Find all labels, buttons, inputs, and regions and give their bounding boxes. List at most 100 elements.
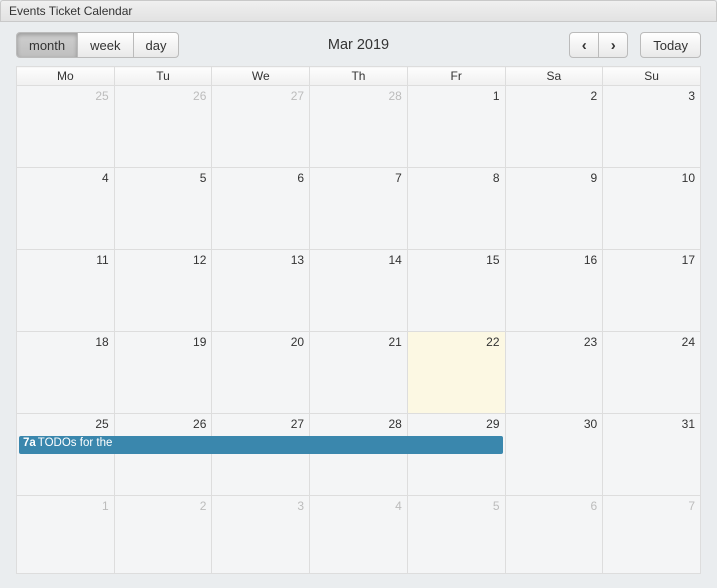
day-cell[interactable]: 24 xyxy=(603,332,701,414)
view-day-button[interactable]: day xyxy=(133,32,180,58)
day-cell[interactable]: 4 xyxy=(310,496,408,574)
panel-title: Events Ticket Calendar xyxy=(9,4,132,18)
day-number: 15 xyxy=(413,253,500,267)
day-number: 31 xyxy=(608,417,695,431)
view-switch-group: month week day xyxy=(16,32,179,58)
day-number: 8 xyxy=(413,171,500,185)
prev-button[interactable]: ‹ xyxy=(569,32,599,58)
day-number: 28 xyxy=(315,417,402,431)
day-number: 25 xyxy=(22,89,109,103)
day-number: 22 xyxy=(413,335,500,349)
day-cell[interactable]: 6 xyxy=(212,168,310,250)
calendar-event[interactable] xyxy=(407,436,503,454)
day-number: 25 xyxy=(22,417,109,431)
day-number: 3 xyxy=(217,499,304,513)
day-cell[interactable]: 12 xyxy=(114,250,212,332)
weekday-header: Fr xyxy=(407,67,505,86)
weekday-header: Mo xyxy=(17,67,115,86)
day-cell[interactable]: 29 xyxy=(407,414,505,496)
day-cell[interactable]: 23 xyxy=(505,332,603,414)
day-cell[interactable]: 27 xyxy=(212,414,310,496)
day-cell[interactable]: 10 xyxy=(603,168,701,250)
day-cell[interactable]: 21 xyxy=(310,332,408,414)
day-number: 23 xyxy=(511,335,598,349)
day-cell[interactable]: 22 xyxy=(407,332,505,414)
day-cell[interactable]: 27 xyxy=(212,86,310,168)
calendar-container: month week day Mar 2019 ‹ › Today MoTuWe… xyxy=(0,22,717,588)
day-cell[interactable]: 3 xyxy=(603,86,701,168)
day-cell[interactable]: 4 xyxy=(17,168,115,250)
day-cell[interactable]: 18 xyxy=(17,332,115,414)
day-cell[interactable]: 5 xyxy=(407,496,505,574)
day-cell[interactable]: 7 xyxy=(603,496,701,574)
calendar-grid: MoTuWeThFrSaSu 2526272812345678910111213… xyxy=(16,66,701,574)
day-cell[interactable]: 17 xyxy=(603,250,701,332)
day-cell[interactable]: 2 xyxy=(114,496,212,574)
event-time: 7a xyxy=(23,437,36,449)
event-title: TODOs for the next week xyxy=(38,437,115,449)
day-cell[interactable]: 30 xyxy=(505,414,603,496)
day-number: 4 xyxy=(22,171,109,185)
day-number: 28 xyxy=(315,89,402,103)
day-cell[interactable]: 28 xyxy=(310,414,408,496)
day-number: 5 xyxy=(413,499,500,513)
day-cell[interactable]: 1 xyxy=(407,86,505,168)
calendar-event[interactable] xyxy=(211,436,310,454)
day-cell[interactable]: 1 xyxy=(17,496,115,574)
day-number: 7 xyxy=(315,171,402,185)
day-cell[interactable]: 6 xyxy=(505,496,603,574)
day-cell[interactable]: 13 xyxy=(212,250,310,332)
day-number: 14 xyxy=(315,253,402,267)
day-number: 5 xyxy=(120,171,207,185)
day-cell[interactable]: 2 xyxy=(505,86,603,168)
day-cell[interactable]: 26 xyxy=(114,86,212,168)
day-number: 11 xyxy=(22,253,109,267)
day-number: 24 xyxy=(608,335,695,349)
day-cell[interactable]: 20 xyxy=(212,332,310,414)
calendar-event[interactable]: 7aTODOs for the next week xyxy=(19,436,115,454)
nav-group: ‹ › xyxy=(569,32,628,58)
day-cell[interactable]: 5 xyxy=(114,168,212,250)
panel-header: Events Ticket Calendar xyxy=(0,0,717,22)
day-number: 29 xyxy=(413,417,500,431)
day-number: 4 xyxy=(315,499,402,513)
day-number: 1 xyxy=(413,89,500,103)
day-number: 21 xyxy=(315,335,402,349)
day-number: 16 xyxy=(511,253,598,267)
day-cell[interactable]: 16 xyxy=(505,250,603,332)
calendar-event[interactable] xyxy=(114,436,213,454)
day-number: 2 xyxy=(120,499,207,513)
day-cell[interactable]: 31 xyxy=(603,414,701,496)
day-cell[interactable]: 28 xyxy=(310,86,408,168)
day-number: 17 xyxy=(608,253,695,267)
next-button[interactable]: › xyxy=(598,32,628,58)
day-number: 18 xyxy=(22,335,109,349)
day-cell[interactable]: 14 xyxy=(310,250,408,332)
day-cell[interactable]: 11 xyxy=(17,250,115,332)
day-number: 7 xyxy=(608,499,695,513)
day-number: 30 xyxy=(511,417,598,431)
calendar-event[interactable] xyxy=(309,436,408,454)
day-cell[interactable]: 8 xyxy=(407,168,505,250)
day-cell[interactable]: 19 xyxy=(114,332,212,414)
day-number: 12 xyxy=(120,253,207,267)
weekday-header: Tu xyxy=(114,67,212,86)
today-button[interactable]: Today xyxy=(640,32,701,58)
day-cell[interactable]: 25 xyxy=(17,86,115,168)
day-number: 9 xyxy=(511,171,598,185)
day-number: 13 xyxy=(217,253,304,267)
day-cell[interactable]: 3 xyxy=(212,496,310,574)
day-cell[interactable]: 25 7aTODOs for the next week xyxy=(17,414,115,496)
day-number: 27 xyxy=(217,89,304,103)
day-number: 1 xyxy=(22,499,109,513)
day-cell[interactable]: 7 xyxy=(310,168,408,250)
day-number: 19 xyxy=(120,335,207,349)
day-cell[interactable]: 9 xyxy=(505,168,603,250)
day-cell[interactable]: 15 xyxy=(407,250,505,332)
view-month-button[interactable]: month xyxy=(16,32,78,58)
day-number: 26 xyxy=(120,89,207,103)
day-cell[interactable]: 26 xyxy=(114,414,212,496)
view-week-button[interactable]: week xyxy=(77,32,133,58)
day-number: 3 xyxy=(608,89,695,103)
weekday-header: Su xyxy=(603,67,701,86)
